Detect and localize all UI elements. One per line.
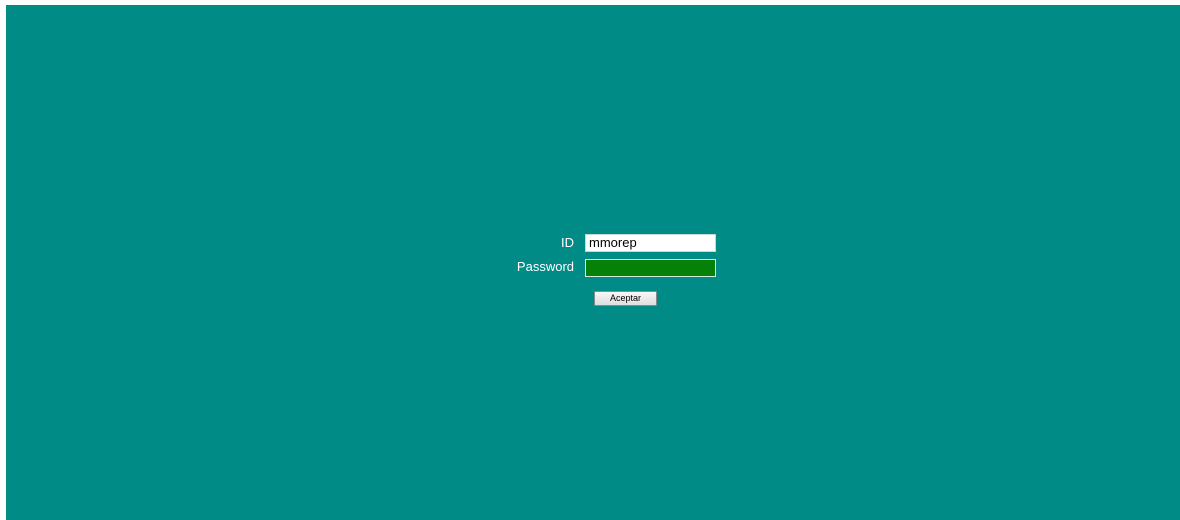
id-input[interactable] xyxy=(585,234,716,252)
login-screen: ID Password Aceptar xyxy=(6,5,1180,520)
id-label: ID xyxy=(561,235,574,250)
password-input[interactable] xyxy=(585,259,716,277)
password-label: Password xyxy=(516,259,574,274)
accept-button[interactable]: Aceptar xyxy=(594,291,657,306)
